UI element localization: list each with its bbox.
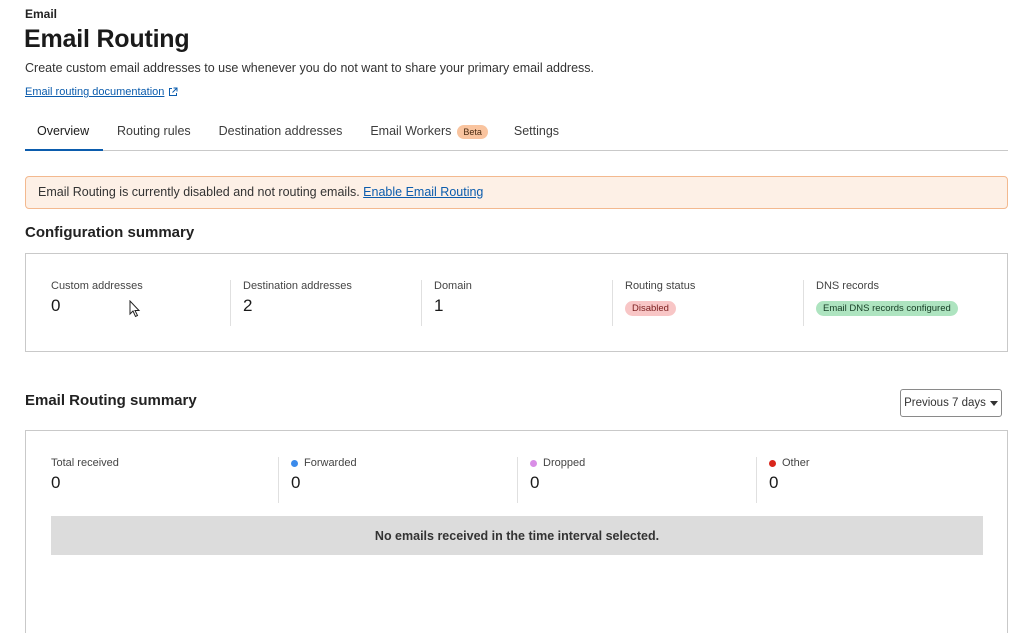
destination-addresses-value: 2 [243, 296, 253, 315]
configuration-summary-card: Custom addresses 0 Destination addresses… [25, 253, 1008, 352]
beta-badge: Beta [457, 125, 488, 139]
documentation-link[interactable]: Email routing documentation [25, 86, 178, 98]
alert-text: Email Routing is currently disabled and … [38, 185, 364, 199]
forwarded-label: Forwarded [304, 457, 357, 469]
time-period-dropdown[interactable]: Previous 7 days [900, 389, 1002, 417]
other-stat: Other 0 [756, 457, 983, 503]
tab-settings[interactable]: Settings [502, 118, 571, 151]
tab-email-workers[interactable]: Email Workers Beta [358, 118, 500, 151]
forwarded-dot-icon [291, 459, 298, 467]
tab-settings-label: Settings [513, 124, 560, 138]
tab-destination-addresses[interactable]: Destination addresses [207, 118, 355, 151]
tab-routing-rules-label: Routing rules [117, 124, 191, 138]
domain-label: Domain [434, 280, 472, 292]
other-value: 0 [769, 473, 779, 492]
other-label: Other [782, 457, 810, 469]
email-routing-summary-card: Total received 0 Forwarded 0 Dropped 0 O… [25, 430, 1008, 633]
time-period-label: Previous 7 days [904, 397, 986, 409]
forwarded-value: 0 [291, 473, 301, 492]
mouse-cursor-icon [129, 300, 141, 318]
dropped-dot-icon [530, 459, 537, 467]
chevron-down-icon [989, 400, 998, 406]
tab-overview-label: Overview [37, 124, 90, 138]
configuration-summary-title: Configuration summary [25, 224, 195, 241]
tab-email-workers-label: Email Workers [370, 124, 452, 138]
custom-addresses-value: 0 [51, 296, 61, 315]
custom-addresses-label: Custom addresses [51, 280, 143, 292]
tab-bar: Overview Routing rules Destination addre… [25, 118, 1008, 151]
forwarded-label-row: Forwarded [291, 457, 517, 469]
destination-addresses-stat: Destination addresses 2 [230, 280, 421, 326]
routing-status-stat: Routing status Disabled [612, 280, 803, 326]
page-title: Email Routing [24, 25, 190, 53]
empty-state-message: No emails received in the time interval … [51, 516, 983, 555]
external-link-icon [169, 87, 178, 96]
total-received-label: Total received [51, 457, 119, 469]
tab-routing-rules[interactable]: Routing rules [105, 118, 203, 151]
forwarded-stat: Forwarded 0 [278, 457, 517, 503]
page-description: Create custom email addresses to use whe… [25, 61, 595, 75]
dropped-label: Dropped [543, 457, 586, 469]
dropped-label-row: Dropped [530, 457, 756, 469]
disabled-alert: Email Routing is currently disabled and … [25, 176, 1008, 209]
dns-status-badge: Email DNS records configured [816, 301, 958, 316]
dropped-stat: Dropped 0 [517, 457, 756, 503]
enable-email-routing-link[interactable]: Enable Email Routing [363, 185, 483, 199]
custom-addresses-stat: Custom addresses 0 [51, 280, 231, 326]
email-routing-summary-title: Email Routing summary [25, 392, 197, 409]
domain-value: 1 [434, 296, 444, 315]
tab-overview[interactable]: Overview [25, 118, 103, 151]
dns-records-stat: DNS records Email DNS records configured [803, 280, 993, 326]
breadcrumb: Email [25, 7, 58, 21]
total-received-value: 0 [51, 473, 61, 492]
domain-stat: Domain 1 [421, 280, 612, 326]
documentation-link-label: Email routing documentation [25, 86, 165, 98]
other-label-row: Other [769, 457, 983, 469]
tab-destination-addresses-label: Destination addresses [218, 124, 343, 138]
total-received-stat: Total received 0 [51, 457, 278, 503]
dropped-value: 0 [530, 473, 540, 492]
routing-status-label: Routing status [625, 280, 696, 292]
dns-records-label: DNS records [816, 280, 879, 292]
destination-addresses-label: Destination addresses [243, 280, 352, 292]
other-dot-icon [769, 459, 776, 467]
status-badge: Disabled [625, 301, 676, 316]
